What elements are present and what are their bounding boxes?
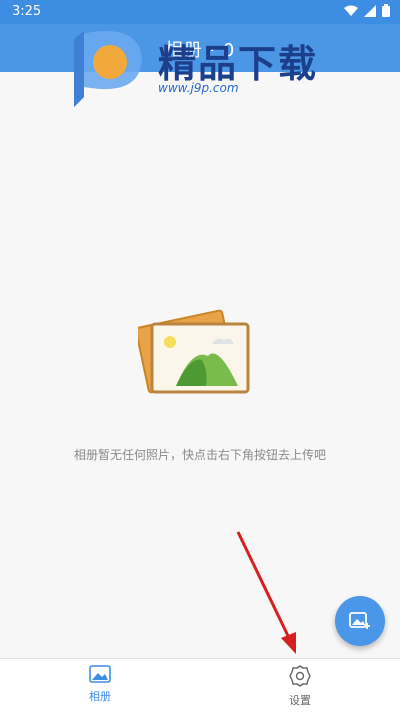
signal-icon: [364, 4, 376, 17]
watermark-logo-icon: [74, 31, 142, 107]
bottom-nav: 相册 设置: [0, 658, 400, 713]
tab-settings-label: 设置: [289, 694, 311, 707]
upload-photo-button[interactable]: [335, 596, 385, 646]
status-time: 3:25: [12, 4, 42, 19]
status-bar: 3:25: [0, 0, 400, 24]
watermark-brand: 精品下载: [158, 42, 319, 86]
watermark-url: www.j9p.com: [158, 81, 239, 95]
battery-icon: [382, 4, 390, 17]
tab-album[interactable]: 相册: [60, 665, 140, 704]
tab-settings[interactable]: 设置: [260, 665, 340, 708]
gear-icon: [289, 665, 311, 687]
wifi-icon: [344, 5, 358, 16]
watermark: 精品下载 www.j9p.com: [70, 27, 330, 107]
empty-state-message: 相册暂无任何照片，快点击右下角按钮去上传吧: [73, 448, 326, 462]
photo-stack-icon: [138, 309, 250, 394]
add-photo-icon: [349, 612, 370, 629]
image-icon: [89, 665, 111, 683]
tab-album-label: 相册: [89, 690, 111, 703]
